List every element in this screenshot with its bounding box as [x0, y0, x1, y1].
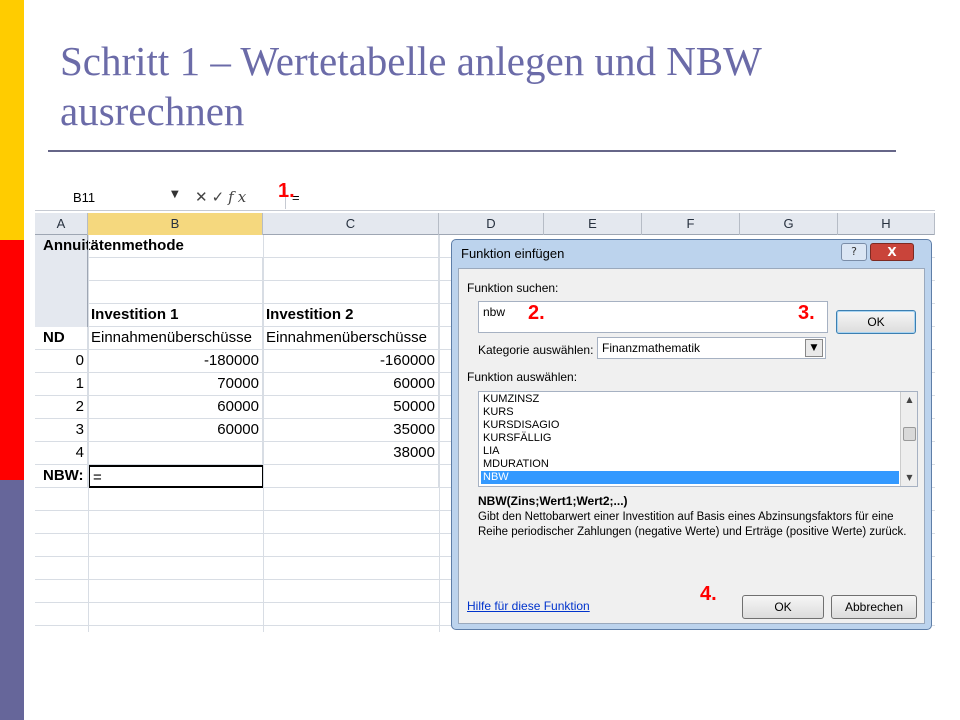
- cell-c4[interactable]: Investition 2: [263, 304, 439, 327]
- cell-a11[interactable]: NBW:: [40, 465, 88, 488]
- column-header-h[interactable]: H: [838, 213, 935, 235]
- help-icon[interactable]: ?: [841, 243, 867, 261]
- search-label: Funktion suchen:: [467, 281, 559, 295]
- scroll-up-icon[interactable]: ▲: [901, 392, 917, 408]
- cancel-x-icon[interactable]: ✕: [195, 188, 212, 206]
- column-header-a[interactable]: A: [35, 213, 88, 235]
- confirm-check-icon[interactable]: ✓: [212, 188, 229, 206]
- accent-bar: [0, 0, 24, 720]
- dialog-title: Funktion einfügen: [461, 246, 565, 261]
- function-signature: NBW(Zins;Wert1;Wert2;...): [478, 494, 628, 508]
- cell-b3[interactable]: [88, 281, 263, 304]
- list-item[interactable]: KURS: [481, 406, 899, 419]
- step-marker-3: 3.: [798, 302, 815, 324]
- cell-c5[interactable]: Einnahmenüberschüsse: [263, 327, 439, 350]
- list-item[interactable]: KURSDISAGIO: [481, 419, 899, 432]
- help-link[interactable]: Hilfe für diese Funktion: [467, 599, 590, 613]
- cell-c3[interactable]: [263, 281, 439, 304]
- cell-a7[interactable]: 1: [35, 373, 88, 396]
- list-item-selected[interactable]: NBW: [481, 471, 899, 484]
- cell-c7[interactable]: 60000: [263, 373, 439, 396]
- list-item[interactable]: LIA: [481, 445, 899, 458]
- cell-a5[interactable]: ND: [40, 327, 88, 350]
- chevron-down-icon[interactable]: ▼: [171, 189, 179, 200]
- cell-a6[interactable]: 0: [35, 350, 88, 373]
- step-marker-1: 1.: [278, 180, 295, 202]
- column-header-b[interactable]: B: [88, 213, 263, 235]
- list-item[interactable]: KURSFÄLLIG: [481, 432, 899, 445]
- cell-a8[interactable]: 2: [35, 396, 88, 419]
- accent-purple: [0, 480, 24, 720]
- list-item[interactable]: MDURATION: [481, 458, 899, 471]
- cell-c10[interactable]: 38000: [263, 442, 439, 465]
- cell-a9[interactable]: 3: [35, 419, 88, 442]
- cell-c11[interactable]: [264, 465, 439, 488]
- column-header-d[interactable]: D: [439, 213, 544, 235]
- cell-a10[interactable]: 4: [35, 442, 88, 465]
- row-header[interactable]: [35, 304, 88, 327]
- insert-function-dialog: Funktion einfügen ? X Funktion suchen: n…: [451, 239, 932, 630]
- cell-b4[interactable]: Investition 1: [88, 304, 263, 327]
- cell-b8[interactable]: 60000: [88, 396, 263, 419]
- gridline: [263, 235, 264, 632]
- formula-input[interactable]: =: [285, 187, 935, 209]
- column-header-f[interactable]: F: [642, 213, 740, 235]
- cell-c1[interactable]: [263, 235, 439, 258]
- list-scrollbar[interactable]: ▲ ▼: [900, 392, 917, 486]
- column-header-g[interactable]: G: [740, 213, 838, 235]
- scroll-down-icon[interactable]: ▼: [901, 470, 917, 486]
- gridline: [88, 235, 89, 632]
- step-marker-2: 2.: [528, 302, 545, 324]
- scroll-thumb[interactable]: [903, 427, 916, 441]
- row-header[interactable]: [35, 258, 88, 281]
- name-box[interactable]: B11: [35, 187, 190, 209]
- column-header-e[interactable]: E: [544, 213, 642, 235]
- function-description: Gibt den Nettobarwert einer Investition …: [478, 511, 907, 538]
- function-list[interactable]: KUMZINSZ KURS KURSDISAGIO KURSFÄLLIG LIA…: [478, 391, 918, 487]
- category-label: Kategorie auswählen:: [478, 343, 594, 357]
- cell-b2[interactable]: [88, 258, 263, 281]
- cancel-button[interactable]: Abbrechen: [831, 595, 917, 619]
- category-select[interactable]: Finanzmathematik: [597, 337, 826, 359]
- gridline: [439, 235, 440, 632]
- cell-b5[interactable]: Einnahmenüberschüsse: [88, 327, 263, 350]
- cell-c8[interactable]: 50000: [263, 396, 439, 419]
- accent-red: [0, 240, 24, 480]
- accent-yellow: [0, 0, 24, 240]
- column-header-c[interactable]: C: [263, 213, 439, 235]
- chevron-down-icon[interactable]: ▼: [805, 339, 823, 357]
- close-icon[interactable]: X: [870, 243, 914, 261]
- cell-c9[interactable]: 35000: [263, 419, 439, 442]
- row-header[interactable]: [35, 281, 88, 304]
- cell-c6[interactable]: -160000: [263, 350, 439, 373]
- formula-bar: B11 ▼ ✕✓fx =: [35, 185, 935, 211]
- title-divider: [48, 150, 896, 152]
- cell-b6[interactable]: -180000: [88, 350, 263, 373]
- ok-button[interactable]: OK: [742, 595, 824, 619]
- cell-a1[interactable]: Annuitätenmethode: [40, 235, 263, 258]
- cell-b10[interactable]: [88, 442, 263, 465]
- cell-b7[interactable]: 70000: [88, 373, 263, 396]
- slide-title: Schritt 1 – Wertetabelle anlegen und NBW…: [60, 38, 762, 134]
- step-marker-4: 4.: [700, 583, 717, 605]
- select-function-label: Funktion auswählen:: [467, 370, 578, 384]
- formula-bar-icons: ✕✓fx: [195, 188, 250, 206]
- cell-c2[interactable]: [263, 258, 439, 281]
- search-go-button[interactable]: OK: [836, 310, 916, 334]
- column-header-row: A B C D E F G H: [35, 213, 935, 235]
- list-item[interactable]: KUMZINSZ: [481, 393, 899, 406]
- dialog-titlebar[interactable]: Funktion einfügen ? X: [452, 240, 931, 268]
- fx-icon[interactable]: fx: [228, 188, 250, 206]
- cell-b9[interactable]: 60000: [88, 419, 263, 442]
- selected-cell-b11[interactable]: =: [88, 465, 264, 488]
